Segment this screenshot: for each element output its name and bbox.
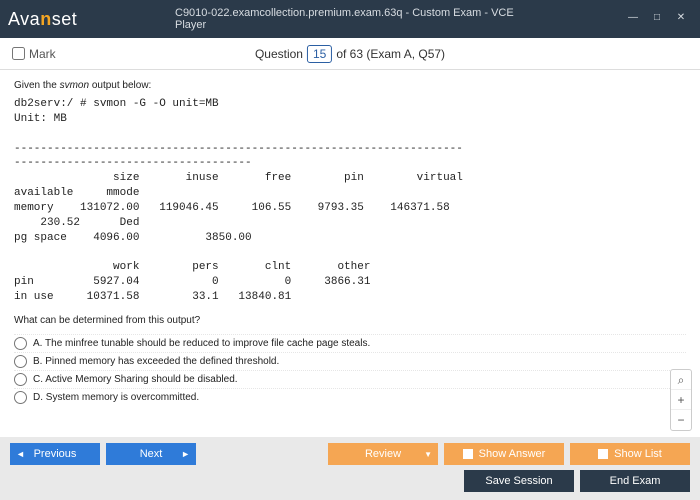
option-c-radio[interactable] bbox=[14, 373, 27, 386]
question-header: Mark Question 15 of 63 (Exam A, Q57) bbox=[0, 38, 700, 70]
intro-text: Given the svmon output below: bbox=[14, 80, 686, 91]
option-b-radio[interactable] bbox=[14, 355, 27, 368]
mark-checkbox[interactable] bbox=[12, 47, 25, 60]
footer: Previous Next Review Show Answer Show Li… bbox=[0, 437, 700, 500]
option-a-label: A. The minfree tunable should be reduced… bbox=[33, 338, 370, 349]
app-logo: Avanset bbox=[8, 9, 77, 30]
code-output: db2serv:/ # svmon -G -O unit=MB Unit: MB… bbox=[14, 97, 686, 305]
option-a-radio[interactable] bbox=[14, 337, 27, 350]
save-session-button[interactable]: Save Session bbox=[464, 470, 574, 492]
previous-button[interactable]: Previous bbox=[10, 443, 100, 465]
option-a[interactable]: A. The minfree tunable should be reduced… bbox=[14, 334, 686, 352]
option-d-label: D. System memory is overcommitted. bbox=[33, 392, 199, 403]
question-number: 15 bbox=[307, 45, 332, 63]
checkbox-icon bbox=[463, 449, 473, 459]
zoom-out-icon[interactable]: − bbox=[671, 410, 691, 430]
option-d-radio[interactable] bbox=[14, 391, 27, 404]
show-answer-button[interactable]: Show Answer bbox=[444, 443, 564, 465]
maximize-icon[interactable]: □ bbox=[646, 11, 668, 27]
window-controls: — □ ✕ bbox=[622, 11, 692, 27]
window-title: C9010-022.examcollection.premium.exam.63… bbox=[175, 7, 525, 31]
question-content: Given the svmon output below: db2serv:/ … bbox=[0, 70, 700, 437]
zoom-reset-icon[interactable]: ⌕ bbox=[671, 370, 691, 390]
next-button[interactable]: Next bbox=[106, 443, 196, 465]
review-button[interactable]: Review bbox=[328, 443, 438, 465]
option-b[interactable]: B. Pinned memory has exceeded the define… bbox=[14, 352, 686, 370]
close-icon[interactable]: ✕ bbox=[670, 11, 692, 27]
option-c-label: C. Active Memory Sharing should be disab… bbox=[33, 374, 238, 385]
zoom-in-icon[interactable]: + bbox=[671, 390, 691, 410]
end-exam-button[interactable]: End Exam bbox=[580, 470, 690, 492]
mark-label: Mark bbox=[29, 47, 56, 61]
question-text: What can be determined from this output? bbox=[14, 315, 686, 326]
option-b-label: B. Pinned memory has exceeded the define… bbox=[33, 356, 279, 367]
option-d[interactable]: D. System memory is overcommitted. bbox=[14, 388, 686, 406]
answer-options: A. The minfree tunable should be reduced… bbox=[14, 334, 686, 406]
minimize-icon[interactable]: — bbox=[622, 11, 644, 27]
checkbox-icon bbox=[598, 449, 608, 459]
zoom-control: ⌕ + − bbox=[670, 369, 692, 431]
titlebar: Avanset C9010-022.examcollection.premium… bbox=[0, 0, 700, 38]
option-c[interactable]: C. Active Memory Sharing should be disab… bbox=[14, 370, 686, 388]
question-counter: Question 15 of 63 (Exam A, Q57) bbox=[255, 45, 445, 63]
show-list-button[interactable]: Show List bbox=[570, 443, 690, 465]
